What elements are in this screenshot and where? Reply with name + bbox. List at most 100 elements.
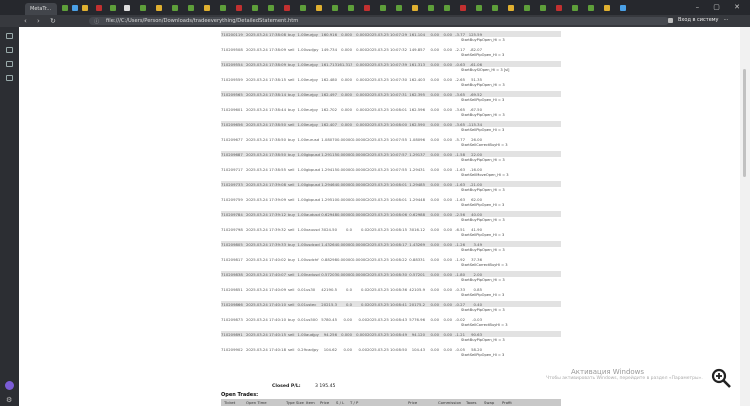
- trade-cell-taxes: 0.00: [443, 271, 452, 277]
- settings-icon[interactable]: ⚙: [6, 396, 12, 404]
- trade-cell-time: 2025.03.24 17:40:10: [246, 316, 286, 322]
- tab-favicon-icon[interactable]: [110, 5, 116, 11]
- trade-cell-time: 2025.03.24 17:38:55: [246, 166, 286, 172]
- back-forward-reload-icon[interactable]: ‹ › ↻: [24, 17, 60, 25]
- tab-favicon-icon[interactable]: [140, 5, 146, 11]
- trade-cell-swap: -3.65: [455, 121, 465, 127]
- menu-icon[interactable]: ⋯: [724, 17, 729, 23]
- tab-favicon-icon[interactable]: [556, 5, 562, 11]
- trade-cell-tp: 0.00000: [352, 181, 367, 187]
- tab-favicon-icon[interactable]: [604, 5, 610, 11]
- windows-activation-subtitle: Чтобы активировать Windows, перейдите в …: [546, 376, 703, 381]
- window-controls[interactable]: – ▢ ✕: [696, 3, 746, 11]
- tab-favicon-icon[interactable]: [428, 5, 434, 11]
- trade-cell-taxes: 0.00: [443, 91, 452, 97]
- trade-cell-time: 2025.03.24 17:40:07: [246, 271, 286, 277]
- tab-favicon-icon[interactable]: [252, 5, 258, 11]
- trade-comment: StartSellCorrectBuyHi = 3: [461, 323, 508, 327]
- trade-cell-commission: 0.00: [430, 76, 439, 82]
- trade-cell-time: 2025.03.24 17:39:08: [246, 181, 286, 187]
- trade-cell-price: 162.407: [321, 121, 337, 127]
- tab-favicon-icon[interactable]: [124, 5, 130, 11]
- trade-cell-profit: 90.63: [471, 331, 482, 337]
- trade-cell-size: 1.00: [297, 271, 306, 277]
- tab-favicon-icon[interactable]: [268, 5, 274, 11]
- url-field[interactable]: ⓘ file:///C:/Users/Person/Downloads/trade…: [89, 17, 669, 25]
- signin-button[interactable]: Вход в систему: [678, 17, 719, 23]
- tab-favicon-icon[interactable]: [540, 5, 546, 11]
- sidebar-pinned-icon[interactable]: [6, 47, 13, 53]
- tab-favicon-icon[interactable]: [348, 5, 354, 11]
- trade-cell-size: 0.01: [297, 301, 306, 307]
- tab-favicon-icon[interactable]: [188, 5, 194, 11]
- trade-cell-item: eurjpy: [306, 61, 319, 67]
- tab-favicon-icon[interactable]: [300, 5, 306, 11]
- tab-favicon-icon[interactable]: [236, 5, 242, 11]
- sidebar-pinned-icon[interactable]: [6, 75, 13, 81]
- trade-cell-taxes: 0.00: [443, 301, 452, 307]
- tab-favicon-icon[interactable]: [492, 5, 498, 11]
- trade-comment: StartBuyPipOpen_Hi = 3: [461, 188, 505, 192]
- tab-favicon-icon[interactable]: [620, 5, 626, 11]
- tab-favicon-icon[interactable]: [204, 5, 210, 11]
- tab-favicon-icon[interactable]: [412, 5, 418, 11]
- trade-cell-close-price: 20175.2: [409, 301, 425, 307]
- open-trades-column-header: Taxes: [466, 400, 477, 405]
- extensions-icon[interactable]: [668, 17, 673, 23]
- tab-favicon-icon[interactable]: [82, 5, 88, 11]
- trade-comment: StartSellCorrectBuyHi = 3: [461, 143, 508, 147]
- tab-favicon-icon[interactable]: [460, 5, 466, 11]
- tab-favicon-icon[interactable]: [156, 5, 162, 11]
- tab-favicon-icon[interactable]: [444, 5, 450, 11]
- trade-cell-sl: 0.00000: [337, 166, 352, 172]
- trade-cell-price: 1.43264: [321, 241, 337, 247]
- tab-favicon-icon[interactable]: [284, 5, 290, 11]
- trade-cell-sl: 0.00000: [337, 211, 352, 217]
- trade-cell-item: us30: [306, 286, 316, 292]
- sidebar-pinned-icon[interactable]: [6, 61, 13, 67]
- assistant-icon[interactable]: [5, 381, 14, 390]
- page-scrollbar[interactable]: [740, 27, 750, 406]
- tab-favicon-icon[interactable]: [172, 5, 178, 11]
- sidebar-pinned-icon[interactable]: [6, 33, 13, 39]
- trade-cell-swap: -1.63: [455, 166, 465, 172]
- tab-favicon-icon[interactable]: [508, 5, 514, 11]
- tab-favicon-icon[interactable]: [476, 5, 482, 11]
- trade-cell-taxes: 0.00: [443, 226, 452, 232]
- trade-cell-item: gbpusd: [306, 151, 320, 157]
- trade-cell-price: 5780.45: [321, 316, 337, 322]
- trade-cell-profit: -16.00: [469, 166, 482, 172]
- tab-favicon-icon[interactable]: [220, 5, 226, 11]
- trade-cell-profit: -61.06: [469, 61, 482, 67]
- tab-favicon-icon[interactable]: [332, 5, 338, 11]
- trade-cell-swap: -3.65: [455, 91, 465, 97]
- trade-cell-close-time: 2025.03.25 10:07:55: [367, 136, 407, 142]
- tab-favicon-icon[interactable]: [380, 5, 386, 11]
- trade-cell-ticket: 710200119: [221, 31, 243, 37]
- tab-favicon-icon[interactable]: [524, 5, 530, 11]
- trade-cell-profit: 26.00: [471, 136, 482, 142]
- trade-cell-tp: 0.000: [356, 46, 367, 52]
- tab-favicon-icon[interactable]: [572, 5, 578, 11]
- tab-favicon-icon[interactable]: [316, 5, 322, 11]
- scrollbar-thumb[interactable]: [743, 69, 746, 177]
- trade-cell-taxes: 0.00: [443, 196, 452, 202]
- tab-favicon-icon[interactable]: [62, 5, 68, 11]
- trade-cell-price: 162.480: [321, 76, 337, 82]
- tab-favicon-icon[interactable]: [72, 5, 78, 11]
- trade-cell-item: eurjpy: [306, 106, 319, 112]
- tab-favicon-icon[interactable]: [588, 5, 594, 11]
- trade-cell-profit: -0.03: [472, 316, 482, 322]
- tab-favicon-icon[interactable]: [364, 5, 370, 11]
- tab-favicon-icon[interactable]: [96, 5, 102, 11]
- trade-cell-profit: 62.00: [471, 196, 482, 202]
- tab-favicon-icon[interactable]: [396, 5, 402, 11]
- trade-cell-time: 2025.03.24 17:38:15: [246, 76, 286, 82]
- zoom-button[interactable]: [705, 362, 737, 394]
- trade-cell-close-price: 0.57201: [409, 271, 425, 277]
- trade-cell-taxes: 0.00: [443, 256, 452, 262]
- trade-cell-item: usdchf: [306, 256, 319, 262]
- trade-cell-sl: 161.313: [337, 61, 352, 67]
- trade-comment: StartBuyPipOpen_Hi = 3: [461, 308, 505, 312]
- tab-metatrader[interactable]: MetaTr...: [25, 3, 57, 15]
